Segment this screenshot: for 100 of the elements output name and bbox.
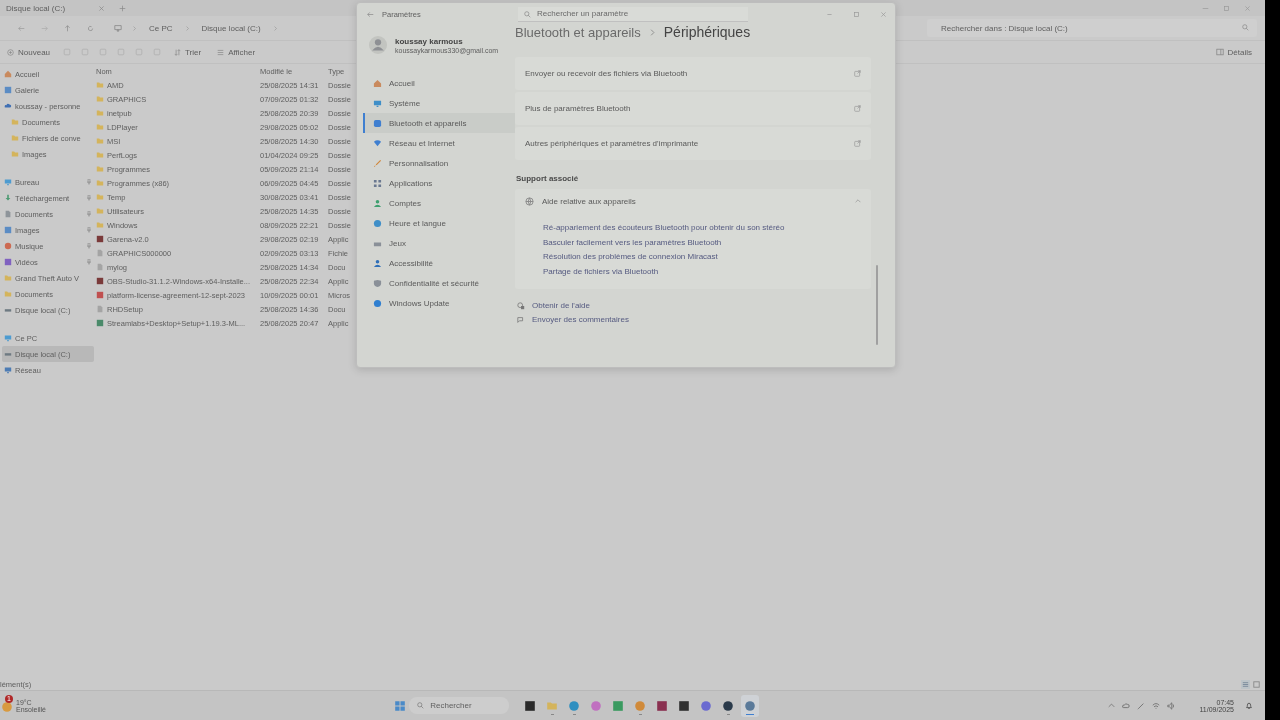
pin-icon[interactable]: [86, 211, 92, 217]
new-button[interactable]: Nouveau: [4, 45, 54, 59]
feedback-link[interactable]: Envoyer des commentaires: [532, 315, 629, 324]
back-arrow-icon[interactable]: [18, 24, 25, 32]
monitor-icon: [4, 178, 12, 186]
details-button[interactable]: Détails: [1212, 45, 1255, 59]
plus-icon[interactable]: [119, 4, 126, 12]
app-icon: [568, 699, 581, 712]
page-title: Périphériques: [663, 24, 751, 40]
avatar-icon[interactable]: [369, 36, 387, 54]
tile-icon: [4, 86, 12, 94]
brush-icon: [373, 158, 382, 168]
settings-nav-item[interactable]: Système: [363, 93, 515, 113]
settings-link-row[interactable]: Plus de paramètres Bluetooth: [515, 92, 871, 125]
chevron-icon: [184, 25, 190, 31]
details-view-icon[interactable]: [1241, 679, 1250, 689]
settings-nav-item[interactable]: Windows Update: [363, 293, 515, 313]
person-icon: [373, 258, 382, 268]
breadcrumb-item[interactable]: Ce PC: [145, 23, 177, 33]
bluetooth-icon: [373, 118, 382, 128]
forward-arrow-icon[interactable]: [41, 24, 48, 32]
sort-arrows-icon: [174, 48, 182, 56]
chevron-up-icon[interactable]: [1107, 702, 1115, 709]
app-icon: [656, 699, 669, 712]
tile-icon: [4, 226, 12, 234]
search-field[interactable]: Rechercher un paramètre: [518, 6, 748, 22]
user-name: koussay karmous: [395, 36, 464, 46]
tile-icon: [4, 258, 12, 266]
tile-icon: [96, 319, 104, 327]
pin-icon[interactable]: [86, 179, 92, 185]
pen-icon[interactable]: [1136, 701, 1145, 710]
tiles-view-icon[interactable]: [1252, 679, 1261, 689]
maximize-icon[interactable]: [1223, 4, 1230, 12]
search-icon: [524, 10, 531, 18]
app-icon: [700, 699, 713, 712]
house-icon: [373, 78, 382, 88]
settings-nav-item[interactable]: Accueil: [363, 73, 515, 93]
bell-icon[interactable]: [1245, 701, 1253, 710]
settings-nav-item[interactable]: Applications: [363, 173, 515, 193]
tile-icon: [96, 291, 104, 299]
settings-nav-item[interactable]: Réseau et Internet: [363, 133, 515, 153]
app-icon: [612, 699, 625, 712]
page-title[interactable]: Bluetooth et appareils: [515, 24, 641, 40]
monitor-icon: [4, 334, 12, 342]
refresh-icon[interactable]: [87, 24, 94, 32]
app-icon: [634, 699, 647, 712]
sun-icon[interactable]: [1, 701, 13, 713]
windows-logo-icon[interactable]: [394, 699, 407, 712]
maximize-icon[interactable]: [853, 10, 860, 18]
back-arrow-icon[interactable]: [367, 10, 374, 18]
search-field[interactable]: Rechercher: [409, 697, 510, 714]
chevron-icon: [648, 28, 656, 36]
pin-icon[interactable]: [86, 227, 92, 233]
help-link[interactable]: Résolution des problèmes de connexion Miracast: [543, 250, 871, 265]
settings-link-row[interactable]: Envoyer ou recevoir des fichiers via Bluetooth: [515, 57, 871, 90]
settings-nav-item[interactable]: Personnalisation: [363, 153, 515, 173]
person-icon: [373, 198, 382, 208]
help-link[interactable]: Basculer facilement vers les paramètres Bluetooth: [543, 235, 871, 250]
pin-icon[interactable]: [86, 259, 92, 265]
help-link[interactable]: Obtenir de l'aide: [532, 301, 590, 310]
pin-icon[interactable]: [86, 243, 92, 249]
settings-nav-item[interactable]: Heure et langue: [363, 213, 515, 233]
search-icon: [1242, 24, 1249, 31]
help-link[interactable]: Partage de fichiers via Bluetooth: [543, 264, 871, 279]
settings-nav-item[interactable]: Bluetooth et appareils: [363, 113, 515, 133]
close-icon[interactable]: [880, 10, 887, 18]
drive-icon: [4, 350, 12, 358]
monitor-icon: [373, 98, 382, 108]
drive-icon: [4, 306, 12, 314]
view-button[interactable]: Afficher: [214, 45, 259, 59]
volume-icon[interactable]: [1166, 701, 1175, 710]
cloud-icon: [4, 102, 12, 110]
wifi-icon: [373, 138, 382, 148]
external-link-icon: [854, 140, 861, 147]
grid-icon: [373, 178, 382, 188]
up-arrow-icon[interactable]: [64, 24, 71, 32]
scrollbar-thumb[interactable]: [876, 265, 878, 345]
close-icon[interactable]: [1244, 4, 1251, 12]
sort-button[interactable]: Trier: [171, 45, 205, 59]
help-icon: [517, 301, 525, 310]
tab-title[interactable]: Disque local (C:): [6, 3, 84, 13]
wifi-icon[interactable]: [1151, 701, 1160, 710]
cloud-icon[interactable]: [1121, 701, 1130, 710]
shield-icon: [373, 278, 382, 288]
external-link-icon: [854, 105, 861, 112]
pin-icon[interactable]: [86, 195, 92, 201]
search-field[interactable]: Rechercher dans : Disque local (C:): [927, 19, 1257, 37]
expander-header[interactable]: Aide relative aux appareils: [515, 189, 871, 213]
chevron-icon: [855, 198, 861, 204]
settings-link-row[interactable]: Autres périphériques et paramètres d'imprimante: [515, 127, 871, 160]
close-icon[interactable]: [98, 4, 105, 12]
monitor-icon[interactable]: [114, 24, 122, 32]
breadcrumb-item[interactable]: Disque local (C:): [197, 23, 265, 33]
settings-nav-item[interactable]: Confidentialité et sécurité: [363, 273, 515, 293]
settings-nav-item[interactable]: Comptes: [363, 193, 515, 213]
settings-nav-item[interactable]: Accessibilité: [363, 253, 515, 273]
search-icon: [417, 702, 425, 709]
help-link[interactable]: Ré-appariement des écouteurs Bluetooth pour obtenir du son stéréo: [543, 221, 871, 236]
settings-nav-item[interactable]: Jeux: [363, 233, 515, 253]
chevron-icon[interactable]: [272, 25, 278, 31]
